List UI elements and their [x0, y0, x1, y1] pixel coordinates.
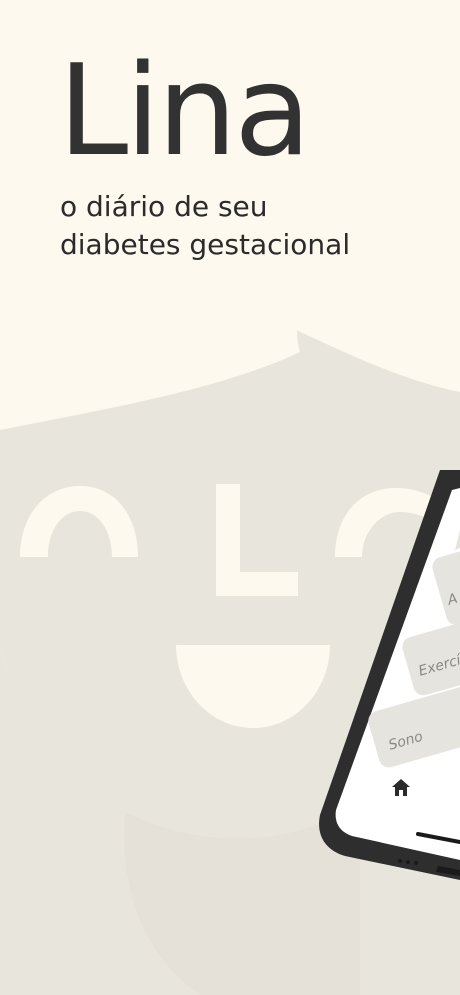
tagline-line-2: diabetes gestacional [60, 228, 351, 261]
app-store-screenshot: Lina o diário de seu diabetes gestaciona… [0, 0, 460, 995]
app-tagline: o diário de seu diabetes gestacional [60, 188, 350, 264]
home-icon [392, 779, 410, 796]
tagline-line-1: o diário de seu [60, 190, 268, 223]
app-title: Lina [58, 37, 311, 184]
